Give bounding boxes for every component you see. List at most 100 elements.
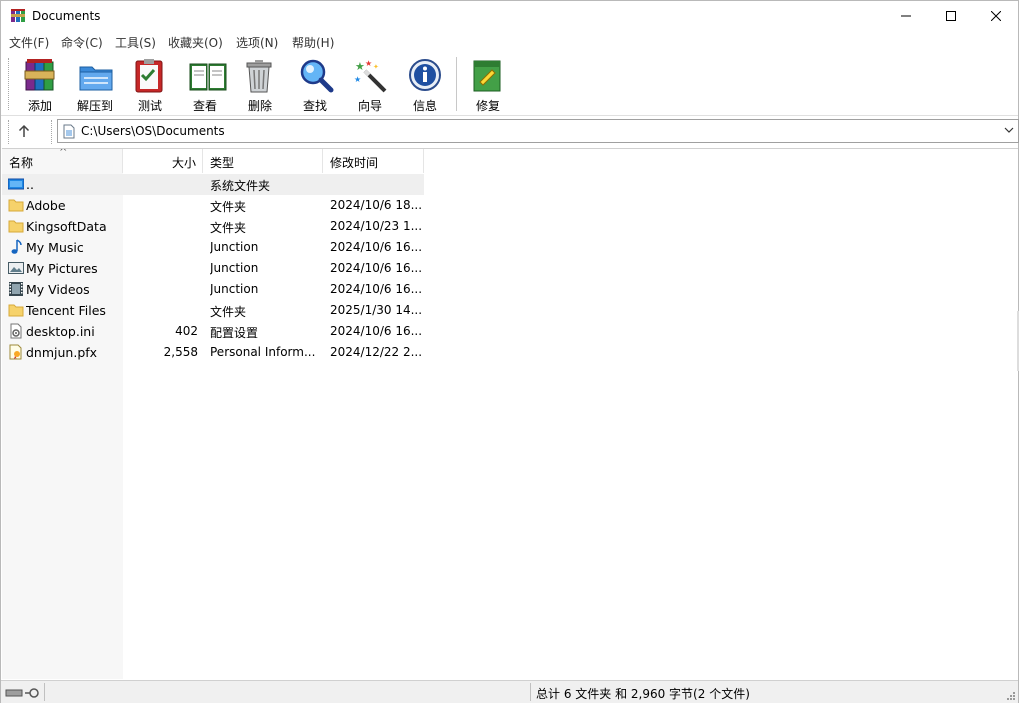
up-arrow-icon (18, 124, 30, 137)
view-button[interactable]: 查看 (179, 56, 231, 113)
folder-icon (8, 220, 24, 233)
file-mtime: 2024/10/6 16... (330, 324, 422, 338)
file-type: Personal Inform... (210, 345, 316, 359)
address-path: C:\Users\OS\Documents (81, 124, 225, 138)
file-row[interactable]: My Music Junction 2024/10/6 16... (2, 237, 424, 258)
add-archive-icon (24, 59, 55, 91)
extract-to-label: 解压到 (76, 99, 113, 113)
window-title: Documents (32, 9, 101, 23)
extract-to-button[interactable]: 解压到 (69, 56, 121, 113)
sort-ascending-icon: ^ (59, 148, 68, 158)
extract-to-icon (79, 66, 113, 91)
chevron-down-icon[interactable] (1004, 125, 1014, 135)
add-label: 添加 (27, 99, 52, 113)
file-row[interactable]: My Pictures Junction 2024/10/6 16... (2, 258, 424, 279)
file-name: My Music (26, 240, 84, 255)
repair-icon (473, 60, 501, 92)
address-bar[interactable]: C:\Users\OS\Documents (57, 119, 1019, 143)
info-button[interactable]: 信息 (399, 56, 451, 113)
svg-text:★: ★ (365, 59, 372, 68)
drive-key-icon[interactable] (5, 685, 43, 701)
file-name: .. (26, 177, 34, 192)
test-label: 测试 (137, 99, 162, 113)
wizard-icon: ★ ★ ★ ✦ (354, 59, 387, 93)
menu-bar: 文件(F) 命令(C) 工具(S) 收藏夹(O) 选项(N) 帮助(H) (1, 32, 1018, 52)
file-row[interactable]: Adobe 文件夹 2024/10/6 18... (2, 195, 424, 216)
winrar-app-icon (11, 9, 25, 22)
find-button[interactable]: 查找 (289, 56, 341, 113)
test-button[interactable]: 测试 (124, 56, 176, 113)
menu-help[interactable]: 帮助(H) (292, 34, 334, 51)
menu-tools[interactable]: 工具(S) (115, 34, 156, 51)
toolbar-separator (456, 57, 457, 111)
file-mtime: 2024/10/6 16... (330, 261, 422, 275)
file-row[interactable]: Tencent Files 文件夹 2025/1/30 14... (2, 300, 424, 321)
add-button[interactable]: 添加 (14, 56, 66, 113)
status-divider (44, 683, 45, 701)
wizard-label: 向导 (357, 99, 382, 113)
address-row: C:\Users\OS\Documents (1, 116, 1019, 147)
status-divider (530, 683, 531, 701)
file-row[interactable]: KingsoftData 文件夹 2024/10/23 1... (2, 216, 424, 237)
find-icon (300, 59, 334, 93)
menu-favorites[interactable]: 收藏夹(O) (168, 34, 223, 51)
file-type: Junction (210, 240, 259, 254)
svg-text:★: ★ (354, 75, 361, 84)
svg-text:✦: ✦ (373, 63, 379, 71)
ini-file-icon (10, 323, 22, 339)
file-name: dnmjun.pfx (26, 345, 98, 360)
close-button[interactable] (973, 1, 1019, 31)
file-list[interactable]: 名称 ^ 大小 类型 修改时间 .. 系统文件夹 Adobe 文件夹 2024/… (2, 148, 1018, 679)
file-type: 文件夹 (210, 221, 247, 235)
menu-file[interactable]: 文件(F) (9, 34, 49, 51)
file-mtime: 2024/10/6 18... (330, 198, 422, 212)
address-grip-2[interactable] (51, 120, 53, 144)
delete-label: 删除 (247, 99, 272, 113)
title-bar: Documents (1, 1, 1018, 32)
winrar-window: Documents 文件(F) 命令(C) 工具(S) 收藏夹(O) 选项(N)… (0, 0, 1019, 703)
resize-grip-icon[interactable] (1006, 691, 1016, 701)
close-icon (991, 11, 1001, 21)
column-mtime-header[interactable]: 修改时间 (323, 149, 424, 173)
column-name-header[interactable]: 名称 ^ (2, 149, 123, 173)
menu-options[interactable]: 选项(N) (236, 34, 278, 51)
file-name: desktop.ini (26, 324, 95, 339)
column-type-label: 类型 (210, 156, 235, 170)
file-type: 文件夹 (210, 200, 247, 214)
delete-button[interactable]: 删除 (234, 56, 286, 113)
minimize-button[interactable] (883, 1, 929, 31)
file-name: Tencent Files (26, 303, 106, 318)
maximize-button[interactable] (928, 1, 974, 31)
info-icon (409, 59, 441, 91)
column-header: 名称 ^ 大小 类型 修改时间 (2, 149, 424, 173)
folder-icon (8, 304, 24, 317)
column-name-label: 名称 (9, 156, 34, 170)
menu-commands[interactable]: 命令(C) (61, 34, 103, 51)
file-row[interactable]: dnmjun.pfx 2,558 Personal Inform... 2024… (2, 342, 424, 363)
repair-button[interactable]: 修复 (462, 56, 514, 113)
minimize-icon (901, 15, 911, 17)
toolbar-grip[interactable] (8, 58, 10, 110)
file-row[interactable]: desktop.ini 402 配置设置 2024/10/6 16... (2, 321, 424, 342)
file-name: Adobe (26, 198, 66, 213)
file-row[interactable]: .. 系统文件夹 (2, 174, 424, 195)
file-type: 系统文件夹 (210, 179, 271, 193)
parent-folder-icon (8, 178, 24, 190)
toolbar: 添加 解压到 测试 查看 删除 查找 ★ ★ ★ ✦ 向导 信息 修复 (1, 52, 1018, 116)
file-type: 配置设置 (210, 326, 259, 340)
wizard-button[interactable]: ★ ★ ★ ✦ 向导 (344, 56, 396, 113)
view-icon (189, 63, 227, 91)
column-size-header[interactable]: 大小 (123, 149, 203, 173)
up-folder-button[interactable] (13, 120, 35, 142)
file-row[interactable]: My Videos Junction 2024/10/6 16... (2, 279, 424, 300)
column-type-header[interactable]: 类型 (203, 149, 323, 173)
file-name: KingsoftData (26, 219, 107, 234)
maximize-icon (946, 11, 956, 21)
repair-label: 修复 (475, 99, 500, 113)
file-type: Junction (210, 261, 259, 275)
folder-icon (8, 199, 24, 212)
file-mtime: 2024/12/22 2... (330, 345, 422, 359)
find-label: 查找 (302, 99, 327, 113)
address-grip[interactable] (8, 120, 10, 144)
music-icon (11, 239, 22, 254)
